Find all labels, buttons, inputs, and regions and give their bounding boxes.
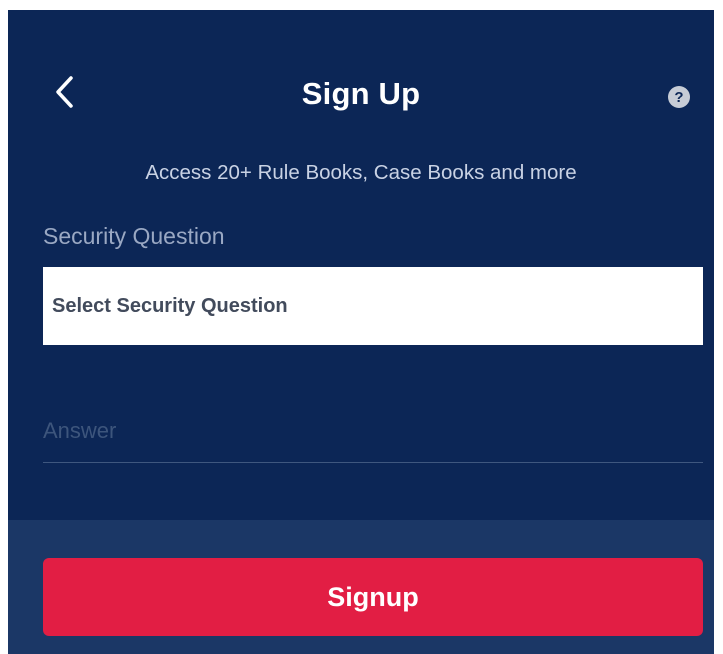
security-question-selected-value: Select Security Question (52, 294, 288, 317)
page-subtitle: Access 20+ Rule Books, Case Books and mo… (145, 161, 577, 184)
answer-field (43, 400, 703, 463)
answer-input[interactable] (43, 400, 703, 462)
security-question-label: Security Question (43, 223, 225, 249)
signup-screen: Sign Up ? Access 20+ Rule Books, Case Bo… (8, 10, 714, 654)
signup-button[interactable]: Signup (43, 558, 703, 636)
security-question-select[interactable]: Select Security Question (43, 267, 703, 345)
page-title: Sign Up (301, 76, 421, 111)
help-button[interactable]: ? (668, 86, 690, 108)
app-header: Sign Up ? (8, 10, 714, 150)
footer-bar: Signup (8, 520, 714, 654)
question-circle-icon: ? (674, 88, 684, 106)
